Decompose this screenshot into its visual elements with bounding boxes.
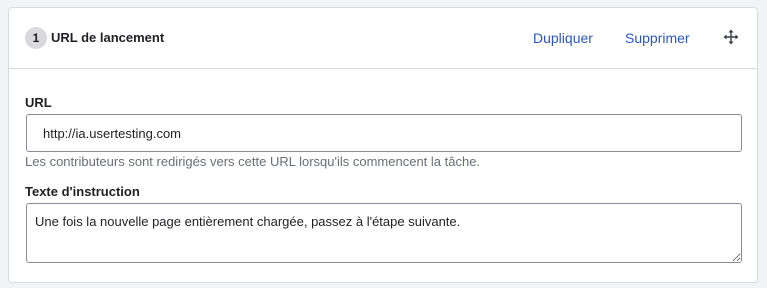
url-help-text: Les contributeurs sont redirigés vers ce…	[25, 154, 481, 169]
instruction-textarea[interactable]: Une fois la nouvelle page entièrement ch…	[26, 203, 742, 263]
move-icon[interactable]	[723, 29, 739, 45]
duplicate-link[interactable]: Dupliquer	[533, 29, 593, 47]
task-title: URL de lancement	[51, 30, 165, 45]
task-card: 1 URL de lancement Dupliquer Supprimer U…	[8, 7, 758, 283]
url-field-label: URL	[25, 95, 52, 110]
delete-link[interactable]: Supprimer	[625, 29, 690, 47]
instruction-field-label: Texte d'instruction	[25, 184, 140, 199]
task-card-header: 1 URL de lancement Dupliquer Supprimer	[9, 8, 757, 69]
step-number-badge: 1	[25, 27, 47, 49]
url-input[interactable]	[26, 114, 742, 152]
